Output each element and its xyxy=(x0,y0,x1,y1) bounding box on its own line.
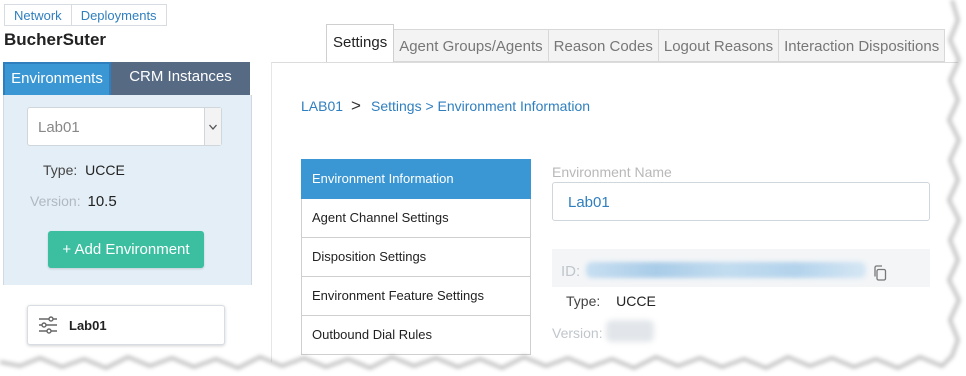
environment-card-label: Lab01 xyxy=(69,318,107,333)
details-type-value: UCCE xyxy=(616,293,656,309)
settings-menu: Environment Information Agent Channel Se… xyxy=(301,159,531,355)
breadcrumb-root-link[interactable]: LAB01 xyxy=(301,98,343,114)
nav-deployments-link[interactable]: Deployments xyxy=(70,4,167,26)
environment-id-value-redacted xyxy=(586,262,866,278)
menu-item-agent-channel-settings[interactable]: Agent Channel Settings xyxy=(301,199,531,238)
type-label: Type: xyxy=(43,162,78,178)
environment-card[interactable]: Lab01 xyxy=(27,305,225,345)
sliders-icon xyxy=(38,316,58,334)
tab-settings[interactable]: Settings xyxy=(326,24,395,62)
details-version-label: Version: xyxy=(552,325,603,341)
version-label: Version: xyxy=(30,193,81,209)
left-tabs: Environments CRM Instances xyxy=(3,62,250,95)
environment-version: Version: 10.5 xyxy=(30,193,117,210)
tab-reason-codes[interactable]: Reason Codes xyxy=(548,29,659,62)
environment-select-value: Lab01 xyxy=(38,119,80,136)
company-name: BucherSuter xyxy=(4,30,107,49)
breadcrumb-path[interactable]: Settings > Environment Information xyxy=(371,98,590,114)
tab-logout-reasons[interactable]: Logout Reasons xyxy=(658,29,780,62)
main-tabs: Settings Agent Groups/Agents Reason Code… xyxy=(326,24,946,62)
environment-name-field[interactable]: Lab01 xyxy=(552,182,930,221)
version-value: 10.5 xyxy=(87,193,117,210)
breadcrumb: LAB01 > Settings > Environment Informati… xyxy=(301,96,590,116)
details-version-value-redacted xyxy=(606,320,654,342)
details-type-label: Type: xyxy=(566,293,601,309)
environment-select[interactable]: Lab01 xyxy=(27,107,222,146)
type-value: UCCE xyxy=(85,162,125,178)
tab-agent-groups[interactable]: Agent Groups/Agents xyxy=(394,29,549,62)
environment-name-label: Environment Name xyxy=(552,164,672,180)
copy-icon[interactable] xyxy=(873,265,887,281)
menu-item-environment-feature-settings[interactable]: Environment Feature Settings xyxy=(301,277,531,316)
add-environment-button[interactable]: + Add Environment xyxy=(48,231,204,268)
environment-name-value: Lab01 xyxy=(568,194,610,211)
chevron-down-icon[interactable] xyxy=(204,108,221,145)
menu-item-disposition-settings[interactable]: Disposition Settings xyxy=(301,238,531,277)
top-nav: Network Deployments xyxy=(4,4,167,26)
breadcrumb-separator: > xyxy=(351,96,361,115)
menu-item-outbound-dial-rules[interactable]: Outbound Dial Rules xyxy=(301,316,531,355)
environment-type: Type: UCCE xyxy=(43,162,125,178)
tab-environments[interactable]: Environments xyxy=(3,62,111,95)
nav-network-link[interactable]: Network xyxy=(4,4,71,26)
tab-crm-instances[interactable]: CRM Instances xyxy=(111,62,250,95)
menu-item-environment-information[interactable]: Environment Information xyxy=(301,159,531,199)
tab-interaction-dispositions[interactable]: Interaction Dispositions xyxy=(779,29,946,62)
details-type: Type: UCCE xyxy=(566,293,656,309)
id-label: ID: xyxy=(561,263,581,280)
